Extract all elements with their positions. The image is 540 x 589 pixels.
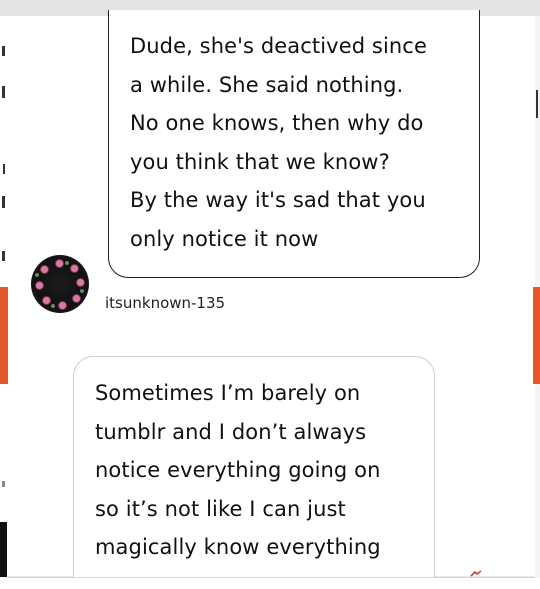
leaf-shape [65,261,69,265]
message-bubble-reply: Sometimes I’m barely on tumblr and I don… [73,356,435,581]
bottom-area [0,578,540,589]
flower-shape [59,302,66,309]
leaf-shape [80,289,84,293]
edge-mark [2,196,5,208]
accent-strip-right [533,287,540,384]
small-red-icon [470,570,482,577]
flower-shape [36,282,43,289]
message-line: magically know everything [95,535,381,559]
message-line: a while. She said nothing. [130,72,404,97]
edge-mark [2,251,5,261]
message-text: Dude, she's deactived since a while. She… [130,27,470,258]
message-text: Sometimes I’m barely on tumblr and I don… [95,374,425,567]
flower-shape [73,295,80,302]
floral-avatar-icon[interactable] [31,255,89,313]
flower-shape [77,279,84,286]
flower-shape [56,260,63,267]
message-line: tumblr and I don’t always [95,419,367,444]
edge-mark [3,164,5,174]
accent-strip-left [0,287,8,384]
message-bubble-received: Dude, she's deactived since a while. She… [108,10,480,278]
edge-mark [536,90,538,118]
message-line: Dude, she's deactived since [130,34,427,58]
dark-strip-left [0,522,7,577]
edge-mark [2,86,5,98]
message-line: No one knows, then why do [130,111,424,135]
flower-shape [41,266,48,273]
leaf-shape [51,304,55,308]
flower-shape [71,265,78,272]
edge-mark [2,46,5,56]
leaf-shape [35,273,39,277]
message-line: you think that we know? [130,149,390,174]
username-label[interactable]: itsunknown-135 [105,294,225,312]
message-line: so it’s not like I can just [95,496,346,521]
message-line: Sometimes I’m barely on [95,381,361,405]
edge-mark [2,481,5,487]
message-line: By the way it's sad that you [130,188,426,212]
message-line: notice everything going on [95,458,381,482]
message-line: only notice it now [130,226,319,251]
flower-shape [43,297,50,304]
